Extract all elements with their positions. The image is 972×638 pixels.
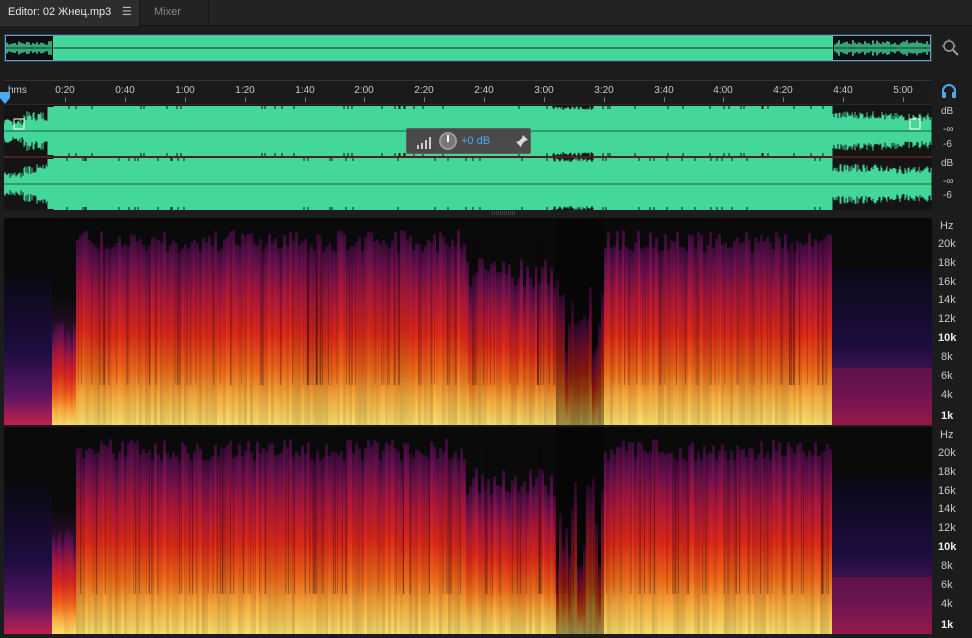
- frequency-label: 16k: [938, 485, 956, 497]
- ruler-tick-label: 3:40: [654, 85, 674, 96]
- ruler-tick-label: 2:20: [414, 85, 434, 96]
- gain-value[interactable]: +0 dB: [461, 135, 490, 147]
- db-label: dB: [941, 158, 954, 169]
- time-ruler[interactable]: hms 0:20 0:40 1:00 1:20 1:40 2:00 2:20 2:40 3:00…: [4, 80, 932, 102]
- frequency-label: Hz: [940, 429, 954, 441]
- frequency-label: 18k: [938, 466, 956, 478]
- db-label: dB: [941, 106, 954, 117]
- gain-knob-icon[interactable]: [439, 132, 457, 150]
- tab-editor[interactable]: Editor: 02 Жнец.mp3 ☰: [0, 0, 140, 26]
- frequency-label: 14k: [938, 503, 956, 515]
- frequency-label: Hz: [940, 220, 954, 232]
- frequency-label: 10k: [938, 541, 957, 553]
- headphone-icon[interactable]: [941, 83, 957, 99]
- frequency-label: 6k: [941, 579, 953, 591]
- ruler-tick: [364, 97, 365, 102]
- frequency-label: 4k: [941, 389, 953, 401]
- volume-hud[interactable]: +0 dB: [406, 128, 531, 154]
- frequency-label: 8k: [941, 560, 953, 572]
- frequency-label: 18k: [938, 257, 956, 269]
- frequency-label: 8k: [941, 351, 953, 363]
- ruler-tick: [65, 97, 66, 102]
- ruler-tick-label: 5:00: [893, 85, 913, 96]
- spectral-display-left[interactable]: [4, 218, 932, 425]
- ruler-tick-label: 4:00: [713, 85, 733, 96]
- menu-icon[interactable]: ☰: [122, 0, 132, 24]
- tab-mixer-label: Mixer: [154, 6, 181, 18]
- db-label: -6: [943, 139, 952, 150]
- ruler-tick-label: 1:00: [175, 85, 195, 96]
- spectral-display-right[interactable]: [4, 427, 932, 634]
- ruler-tick-label: 3:20: [594, 85, 614, 96]
- ruler-tick: [544, 97, 545, 102]
- db-label: -6: [943, 190, 952, 201]
- zoom-icon[interactable]: [940, 37, 962, 59]
- panel-resize-handle[interactable]: [492, 211, 516, 215]
- pin-icon[interactable]: [515, 134, 529, 148]
- waveform-channels: [3, 106, 932, 210]
- tab-editor-label: Editor: 02 Жнец.mp3: [8, 6, 112, 18]
- ruler-tick: [185, 97, 186, 102]
- ruler-unit-label: hms: [8, 85, 27, 96]
- ruler-tick: [664, 97, 665, 102]
- frequency-label: 4k: [941, 598, 953, 610]
- frequency-label: 12k: [938, 522, 956, 534]
- ruler-tick: [484, 97, 485, 102]
- ruler-tick: [305, 97, 306, 102]
- playhead-icon[interactable]: [0, 92, 10, 104]
- frequency-label: 16k: [938, 276, 956, 288]
- ruler-tick: [783, 97, 784, 102]
- waveform-overview[interactable]: [4, 34, 932, 62]
- ruler-tick: [604, 97, 605, 102]
- ruler-tick: [723, 97, 724, 102]
- overview-visible-range[interactable]: [5, 35, 931, 61]
- ruler-tick-label: 4:40: [833, 85, 853, 96]
- ruler-tick: [424, 97, 425, 102]
- ruler-tick: [125, 97, 126, 102]
- tab-mixer[interactable]: Mixer: [141, 0, 209, 26]
- ruler-tick-label: 3:00: [534, 85, 554, 96]
- frequency-label: 14k: [938, 294, 956, 306]
- spectrogram-right: [4, 427, 932, 634]
- frequency-label: 10k: [938, 332, 957, 344]
- spectrogram-left: [4, 218, 932, 425]
- ruler-tick-label: 1:40: [295, 85, 315, 96]
- tab-bar: Editor: 02 Жнец.mp3 ☰ Mixer: [0, 0, 972, 26]
- ruler-tick-label: 0:20: [55, 85, 75, 96]
- ruler-tick-label: 0:40: [115, 85, 135, 96]
- waveform-display[interactable]: [3, 104, 932, 210]
- level-meter-icon: [417, 137, 431, 149]
- frequency-label: 1k: [941, 619, 954, 631]
- ruler-tick-label: 2:40: [474, 85, 494, 96]
- db-label: -∞: [943, 176, 954, 187]
- ruler-tick: [903, 97, 904, 102]
- db-label: -∞: [943, 124, 954, 135]
- ruler-tick: [245, 97, 246, 102]
- ruler-tick: [843, 97, 844, 102]
- ruler-tick-label: 1:20: [235, 85, 255, 96]
- frequency-label: 20k: [938, 447, 956, 459]
- ruler-tick-label: 4:20: [773, 85, 793, 96]
- frequency-label: 12k: [938, 313, 956, 325]
- ruler-tick-label: 2:00: [354, 85, 374, 96]
- frequency-label: 1k: [941, 410, 954, 422]
- editor-window: Editor: 02 Жнец.mp3 ☰ Mixer hms 0:20 0:40…: [0, 0, 972, 638]
- frequency-label: 20k: [938, 238, 956, 250]
- frequency-label: 6k: [941, 370, 953, 382]
